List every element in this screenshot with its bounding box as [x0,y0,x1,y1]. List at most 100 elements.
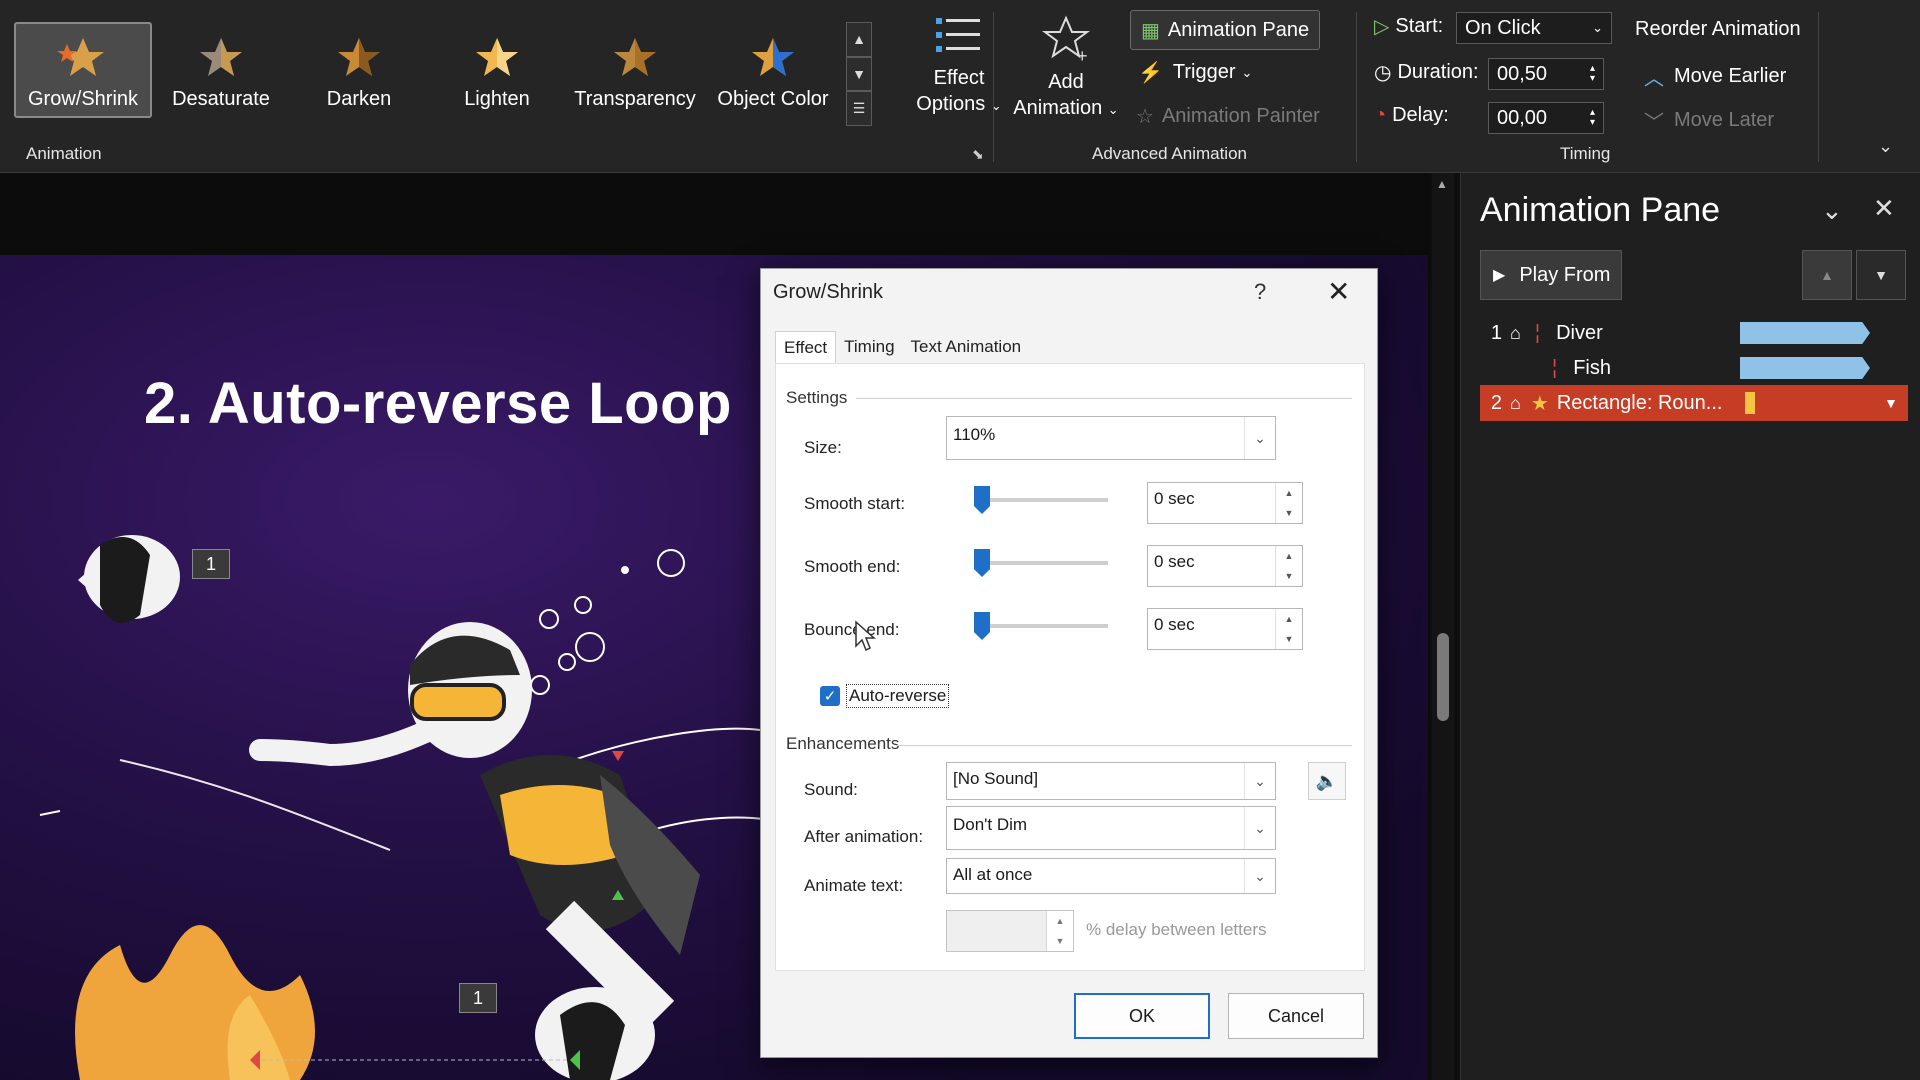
auto-reverse-checkbox[interactable]: ✓ [820,686,840,706]
animate-text-label: Animate text: [804,876,904,895]
trigger-button[interactable]: ⚡ Trigger ⌄ [1138,60,1252,85]
dialog-launcher-icon[interactable]: ⬊ [972,146,984,163]
auto-reverse-label[interactable]: Auto-reverse [846,684,950,708]
pane-item-rectangle[interactable]: 2 ⌂ ★ Rectangle: Roun... ▼ [1480,385,1908,421]
smooth-start-slider[interactable] [974,486,1108,514]
cancel-button[interactable]: Cancel [1228,993,1364,1039]
animation-tag[interactable]: 1 [192,549,230,579]
close-icon[interactable]: ✕ [1873,193,1895,224]
smooth-end-input[interactable]: 0 sec ▲ ▼ [1147,545,1303,587]
slider-knob[interactable] [974,486,990,514]
gallery-item-darken[interactable]: Darken [290,22,428,118]
delay-label: ◔ Delay: [1374,104,1449,126]
chevron-down-icon[interactable]: ⌄ [1244,807,1275,849]
pane-item-diver[interactable]: 1 ⌂ ¦ Diver [1480,315,1908,351]
animate-text-select[interactable]: All at once ⌄ [946,858,1276,894]
chevron-down-icon: ⌄ [1241,64,1253,80]
animation-painter-button[interactable]: ☆ Animation Painter [1136,104,1320,129]
animation-pane-button[interactable]: ▦ Animation Pane [1130,10,1321,50]
delay-input[interactable]: 00,00 ▴ ▾ [1488,102,1604,134]
close-icon[interactable]: ✕ [1327,275,1350,308]
tab-text-animation[interactable]: Text Animation [903,331,1030,364]
gallery-scroll: ▲ ▼ ☰ [846,22,872,127]
mouse-icon: ⌂ [1510,392,1521,413]
spin-up-icon[interactable]: ▲ [1276,546,1302,566]
bounce-end-slider[interactable] [974,612,1108,640]
delay-letters-input[interactable]: ▲ ▼ [946,910,1074,952]
gallery-more-icon[interactable]: ☰ [846,91,872,127]
delay-letters-label: % delay between letters [1086,920,1267,939]
pane-item-fish[interactable]: ¦ Fish [1480,350,1908,386]
settings-header: Settings [786,388,848,407]
spin-up-icon[interactable]: ▲ [1276,483,1302,503]
gallery-item-desaturate[interactable]: Desaturate [152,22,290,118]
scroll-thumb[interactable] [1437,633,1449,721]
spin-up-icon[interactable]: ▲ [1047,911,1073,931]
ribbon-separator [1356,12,1357,162]
add-animation-star-icon: + [1042,15,1090,66]
chevron-down-icon[interactable]: ▼ [1884,395,1898,411]
lightning-icon: ⚡ [1138,62,1163,84]
play-from-button[interactable]: ▶ Play From [1480,250,1622,300]
dialog-tabs: Effect Timing Text Animation [775,331,1029,364]
help-icon[interactable]: ? [1254,279,1266,305]
chevron-down-icon: ⌄ [1107,102,1119,117]
timing-marker-icon: ¦ [1552,356,1558,379]
size-select[interactable]: 110% ⌄ [946,416,1276,460]
gallery-item-object-color[interactable]: Object Color [704,22,842,118]
add-animation-label: Add Animation ⌄ [1013,71,1119,119]
move-later-button[interactable]: ﹀ Move Later [1644,106,1774,135]
tab-effect[interactable]: Effect [775,331,837,364]
duration-label: ◷ Duration: [1374,61,1479,84]
add-animation-button[interactable]: + Add Animation ⌄ [1004,14,1128,126]
gallery-item-grow-shrink[interactable]: Grow/Shrink [14,22,152,118]
smooth-end-slider[interactable] [974,549,1108,577]
play-icon: ▶ [1493,267,1506,284]
timeline-bar-emphasis[interactable] [1745,392,1755,414]
animation-painter-icon: ☆ [1136,106,1154,128]
chevron-down-icon[interactable]: ⌄ [1244,417,1275,459]
smooth-start-input[interactable]: 0 sec ▲ ▼ [1147,482,1303,524]
animation-tag[interactable]: 1 [459,983,497,1013]
pane-options-icon[interactable]: ⌄ [1821,195,1843,226]
animation-pane-icon: ▦ [1141,19,1160,42]
timeline-bar[interactable] [1740,322,1870,344]
gallery-item-transparency[interactable]: Transparency [566,22,704,118]
move-down-button[interactable]: ▼ [1856,250,1906,300]
gallery-up-icon[interactable]: ▲ [846,22,872,57]
slider-knob[interactable] [974,549,990,577]
duration-input[interactable]: 00,50 ▴ ▾ [1488,58,1604,90]
grow-shrink-dialog: Grow/Shrink ? ✕ Effect Timing Text Anima… [760,268,1378,1058]
timing-marker-icon: ¦ [1534,321,1541,344]
smooth-end-label: Smooth end: [804,557,901,576]
chevron-down-icon[interactable]: ⌄ [1244,763,1275,799]
scroll-up-icon[interactable]: ▲ [1436,177,1448,191]
start-label: ▷ Start: [1374,15,1444,38]
move-up-button[interactable]: ▲ [1802,250,1852,300]
collapse-ribbon-icon[interactable]: ⌄ [1878,136,1893,157]
start-select[interactable]: On Click ⌄ [1456,12,1612,44]
spin-down-icon[interactable]: ▼ [1276,503,1302,523]
spin-down-icon[interactable]: ▼ [1276,629,1302,649]
bounce-end-input[interactable]: 0 sec ▲ ▼ [1147,608,1303,650]
spin-up-icon[interactable]: ▲ [1276,609,1302,629]
move-earlier-button[interactable]: ︿ Move Earlier [1644,62,1786,91]
gallery-down-icon[interactable]: ▼ [846,56,872,92]
sound-select[interactable]: [No Sound] ⌄ [946,762,1276,800]
after-animation-select[interactable]: Don't Dim ⌄ [946,806,1276,850]
spin-down-icon[interactable]: ▼ [1047,931,1073,951]
speaker-icon[interactable]: 🔈 [1308,762,1346,800]
slider-knob[interactable] [974,612,990,640]
gallery-item-lighten[interactable]: Lighten [428,22,566,118]
effect-options-button[interactable]: Effect Options ⌄ [904,14,1014,126]
section-divider [896,745,1352,746]
tab-timing[interactable]: Timing [836,331,902,364]
timeline-bar[interactable] [1740,357,1870,379]
chevron-down-icon[interactable]: ⌄ [1244,859,1275,893]
spin-down-icon[interactable]: ▼ [1276,566,1302,586]
delay-clock-icon: ◔ [1374,104,1387,126]
ok-button[interactable]: OK [1074,993,1210,1039]
animation-pane: Animation Pane ⌄ ✕ ▶ Play From ▲ ▼ 1 ⌂ ¦ … [1460,173,1920,1080]
gallery-label: Desaturate [172,88,270,110]
slide-scrollbar[interactable]: ▲ [1432,173,1454,1080]
